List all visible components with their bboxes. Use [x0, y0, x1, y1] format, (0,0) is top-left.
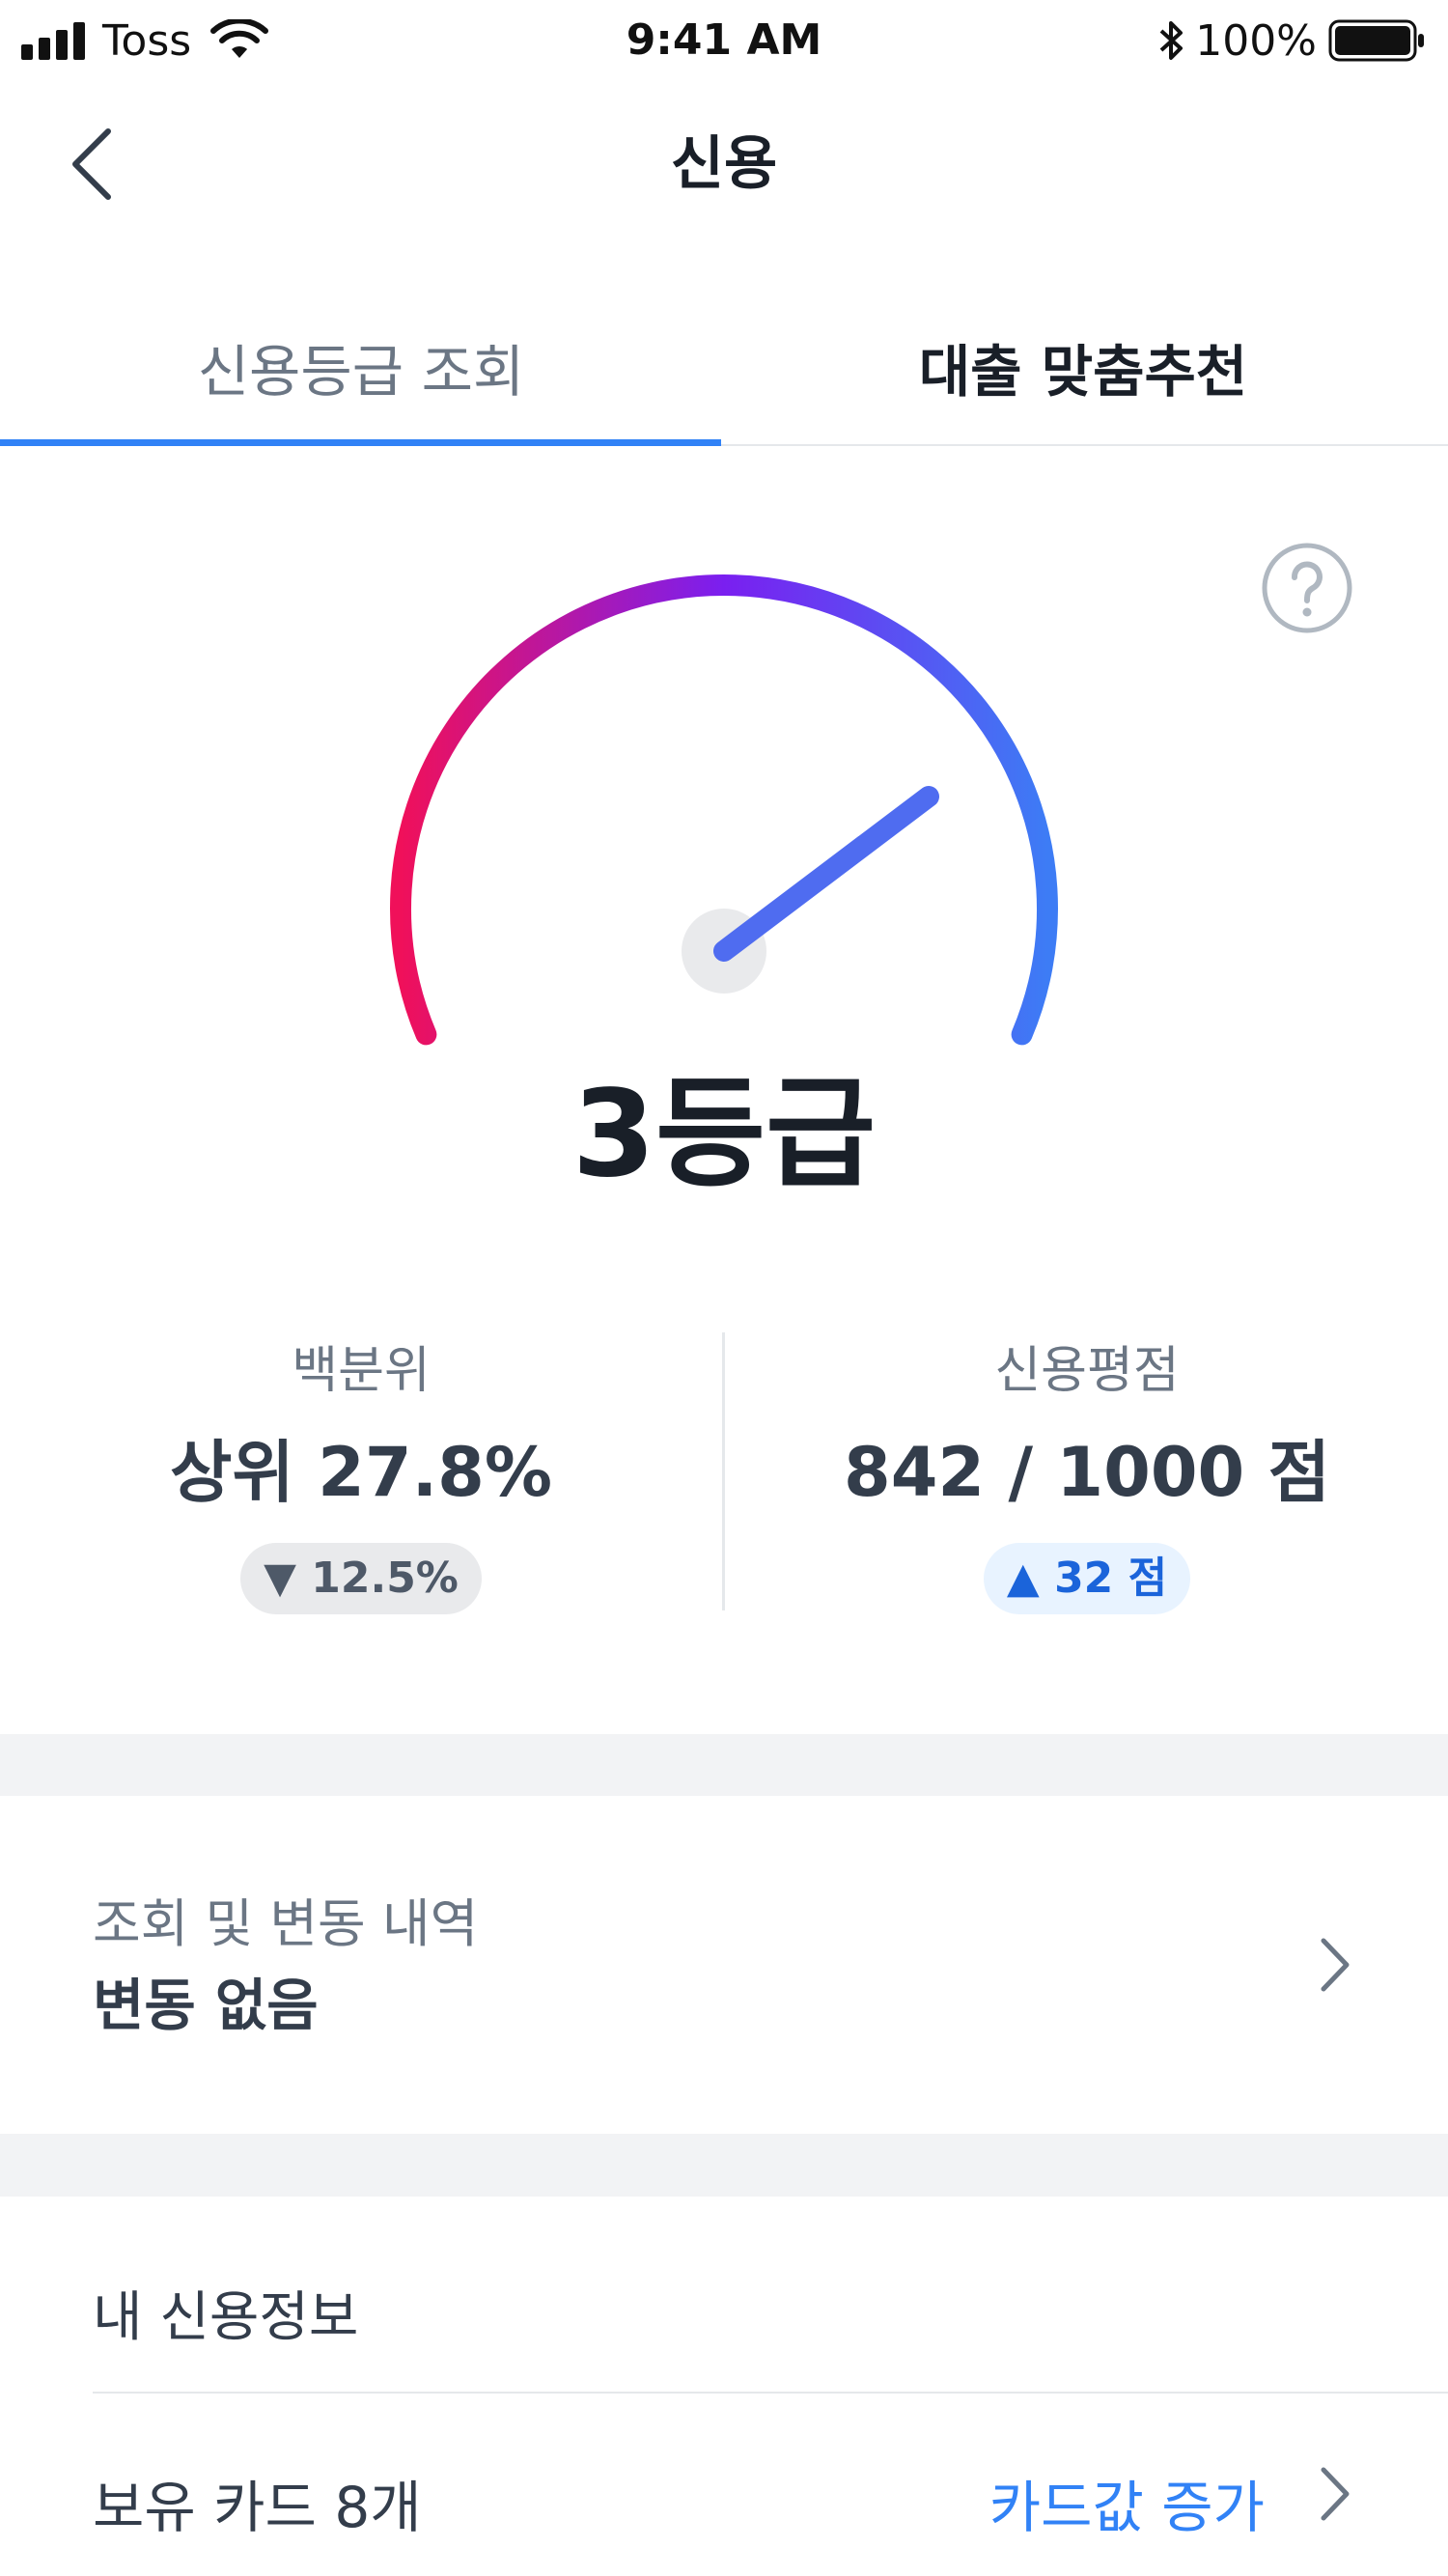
- score-stat: 신용평점 842 / 1000 점 ▲ 32 점: [726, 1332, 1448, 1614]
- bluetooth-icon: [1159, 21, 1183, 60]
- cards-row[interactable]: 보유 카드 8개 카드값 증가: [0, 2394, 1448, 2576]
- section-separator: [0, 2134, 1448, 2197]
- gauge-needle: [713, 786, 939, 962]
- score-label: 신용평점: [994, 1342, 1180, 1400]
- percentile-change-badge: ▼ 12.5%: [240, 1543, 482, 1614]
- stats-divider: [722, 1332, 725, 1610]
- credit-grade: 3등급: [571, 1065, 877, 1204]
- tab-label: 대출 맞춤추천: [918, 339, 1248, 405]
- history-row[interactable]: 조회 및 변동 내역 변동 없음: [0, 1796, 1448, 2134]
- percentile-label: 백분위: [292, 1342, 431, 1400]
- percentile-value: 상위 27.8%: [169, 1433, 553, 1512]
- list-divider: [93, 2392, 1448, 2394]
- status-bar: Toss 9:41 AM 100%: [0, 0, 1448, 81]
- tab-credit-grade[interactable]: 신용등급 조회: [0, 290, 722, 444]
- battery-icon: [1328, 19, 1424, 62]
- history-value: 변동 없음: [93, 1973, 319, 2038]
- percentile-stat: 백분위 상위 27.8% ▼ 12.5%: [0, 1332, 722, 1614]
- battery-percent: 100%: [1195, 15, 1317, 66]
- score-change-badge: ▲ 32 점: [983, 1543, 1191, 1614]
- section-separator: [0, 1734, 1448, 1796]
- chevron-right-icon: [1321, 1938, 1350, 1992]
- tab-loan-recommend[interactable]: 대출 맞춤추천: [722, 290, 1444, 444]
- score-value: 842 / 1000 점: [843, 1433, 1331, 1512]
- credit-gauge: [390, 574, 1058, 1046]
- back-button[interactable]: [58, 116, 125, 212]
- cards-label: 보유 카드 8개: [93, 2475, 422, 2540]
- tab-label: 신용등급 조회: [197, 339, 525, 405]
- tab-selected-indicator: [0, 439, 721, 446]
- history-label: 조회 및 변동 내역: [93, 1893, 479, 1954]
- help-button[interactable]: [1260, 541, 1354, 635]
- question-circle-icon: [1262, 543, 1352, 633]
- status-right: 100%: [1156, 12, 1427, 70]
- cards-action-link[interactable]: 카드값 증가: [989, 2462, 1265, 2543]
- page-title: 신용: [670, 130, 778, 198]
- chevron-right-icon: [1321, 2467, 1350, 2521]
- chevron-left-icon: [72, 128, 111, 200]
- credit-info-title: 내 신용정보: [93, 2286, 359, 2349]
